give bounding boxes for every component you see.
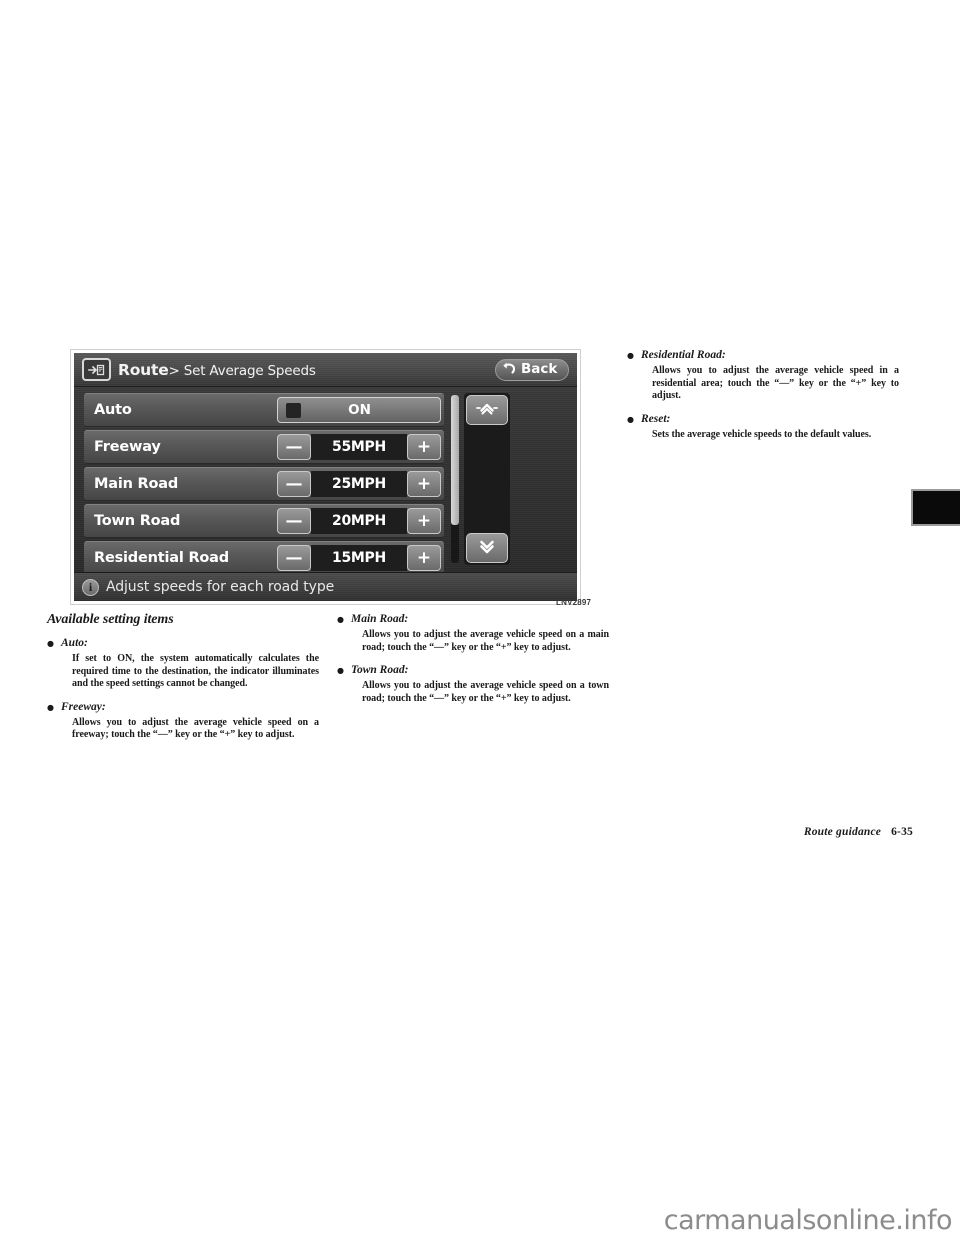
list-scrollbar-track[interactable] [451,395,459,563]
figure-caption: LNV2897 [556,598,592,607]
back-button-label: Back [521,360,558,377]
item-term: Auto: [61,637,88,649]
nav-title: Route> Set Average Speeds [118,361,316,379]
settings-row-freeway[interactable]: Freeway — 55MPH + [84,430,444,464]
auto-toggle-button[interactable]: ON [277,397,441,423]
residential-road-speed-stepper: — 15MPH + [277,545,441,571]
double-chevron-down-icon [473,538,501,558]
town-road-speed-stepper: — 20MPH + [277,508,441,534]
main-road-speed-stepper: — 25MPH + [277,471,441,497]
plus-button[interactable]: + [407,508,441,534]
nav-title-main: Route [118,360,169,379]
item-body: Allows you to adjust the average vehicle… [652,365,899,402]
text-column-middle: ● Main Road: Allows you to adjust the av… [337,612,609,714]
list-item: ● Auto: [47,636,319,651]
back-button[interactable]: Back [495,358,569,381]
plus-button[interactable]: + [407,471,441,497]
nav-info-bar: i Adjust speeds for each road type [74,572,577,601]
bullet-icon: ● [627,351,634,360]
bullet-icon: ● [47,639,54,648]
info-icon: i [82,578,99,596]
auto-indicator-lamp [286,402,301,418]
speed-value: 15MPH [311,545,407,571]
nav-header: Route> Set Average Speeds Back [74,353,577,387]
footer-chapter: Route guidance [803,826,882,838]
speed-value: 25MPH [311,471,407,497]
item-term: Residential Road: [641,349,726,361]
bullet-icon: ● [627,414,634,424]
scroll-up-button[interactable] [466,395,508,425]
settings-list: Auto ON Freeway — 55MPH + Main Road — 25… [84,393,444,578]
row-label: Main Road [94,476,179,492]
double-chevron-up-icon [473,400,501,420]
back-arrow-icon [501,360,517,379]
item-term: Reset: [641,412,671,425]
settings-row-town-road[interactable]: Town Road — 20MPH + [84,504,444,538]
item-body: Allows you to adjust the average vehicle… [72,716,319,741]
speed-value: 20MPH [311,508,407,534]
settings-row-residential-road[interactable]: Residential Road — 15MPH + [84,541,444,575]
text-column-left: Available setting items ● Auto: If set t… [47,612,319,751]
row-label: Auto [94,402,132,418]
minus-button[interactable]: — [277,434,311,460]
scroll-down-button[interactable] [466,533,508,563]
list-item: ● Reset: [627,412,899,427]
nav-screen-background: Route> Set Average Speeds Back Auto ON F… [74,353,577,601]
item-term: Town Road: [351,664,409,677]
item-term: Main Road: [351,613,409,625]
plus-button[interactable]: + [407,545,441,571]
minus-button[interactable]: — [277,471,311,497]
row-control: — 55MPH + [277,434,441,460]
minus-button[interactable]: — [277,545,311,571]
speed-value: 55MPH [311,434,407,460]
auto-toggle-label: ON [348,402,371,418]
item-body: Sets the average vehicle speeds to the d… [652,428,872,440]
list-item: ● Town Road: [337,663,609,678]
item-body: Allows you to adjust the average vehicle… [362,680,609,704]
item-term: Freeway: [61,700,106,713]
settings-row-main-road[interactable]: Main Road — 25MPH + [84,467,444,501]
section-heading: Available setting items [47,612,174,627]
row-control: ON [277,397,441,423]
nav-info-text: Adjust speeds for each road type [106,579,335,595]
nav-screen-figure: Route> Set Average Speeds Back Auto ON F… [71,350,580,604]
page-footer: Route guidance 6-35 [0,826,913,838]
bullet-icon: ● [337,666,344,676]
list-scrollbar-thumb[interactable] [451,395,459,525]
settings-row-auto[interactable]: Auto ON [84,393,444,427]
footer-page-number: 6-35 [891,826,913,838]
chapter-edge-tab [911,489,960,526]
row-label: Residential Road [94,550,229,566]
row-label: Freeway [94,439,161,455]
list-item: ● Freeway: [47,700,319,715]
scroll-arrow-column [464,393,510,565]
minus-button[interactable]: — [277,508,311,534]
row-control: — 25MPH + [277,471,441,497]
nav-title-breadcrumb: > Set Average Speeds [168,362,316,379]
text-column-right: ● Residential Road: Allows you to adjust… [627,348,899,450]
plus-button[interactable]: + [407,434,441,460]
row-label: Town Road [94,513,181,529]
list-item: ● Residential Road: [627,348,899,363]
manual-page: Route> Set Average Speeds Back Auto ON F… [0,0,960,1242]
freeway-speed-stepper: — 55MPH + [277,434,441,460]
row-control: — 20MPH + [277,508,441,534]
item-body: If set to ON, the system automatically c… [72,653,319,690]
route-map-icon [82,358,111,381]
row-control: — 15MPH + [277,545,441,571]
list-item: ● Main Road: [337,612,609,627]
bullet-icon: ● [47,702,54,712]
site-watermark: carmanualsonline.info [663,1205,953,1236]
item-body: Allows you to adjust the average vehicle… [362,629,609,653]
bullet-icon: ● [337,615,344,624]
